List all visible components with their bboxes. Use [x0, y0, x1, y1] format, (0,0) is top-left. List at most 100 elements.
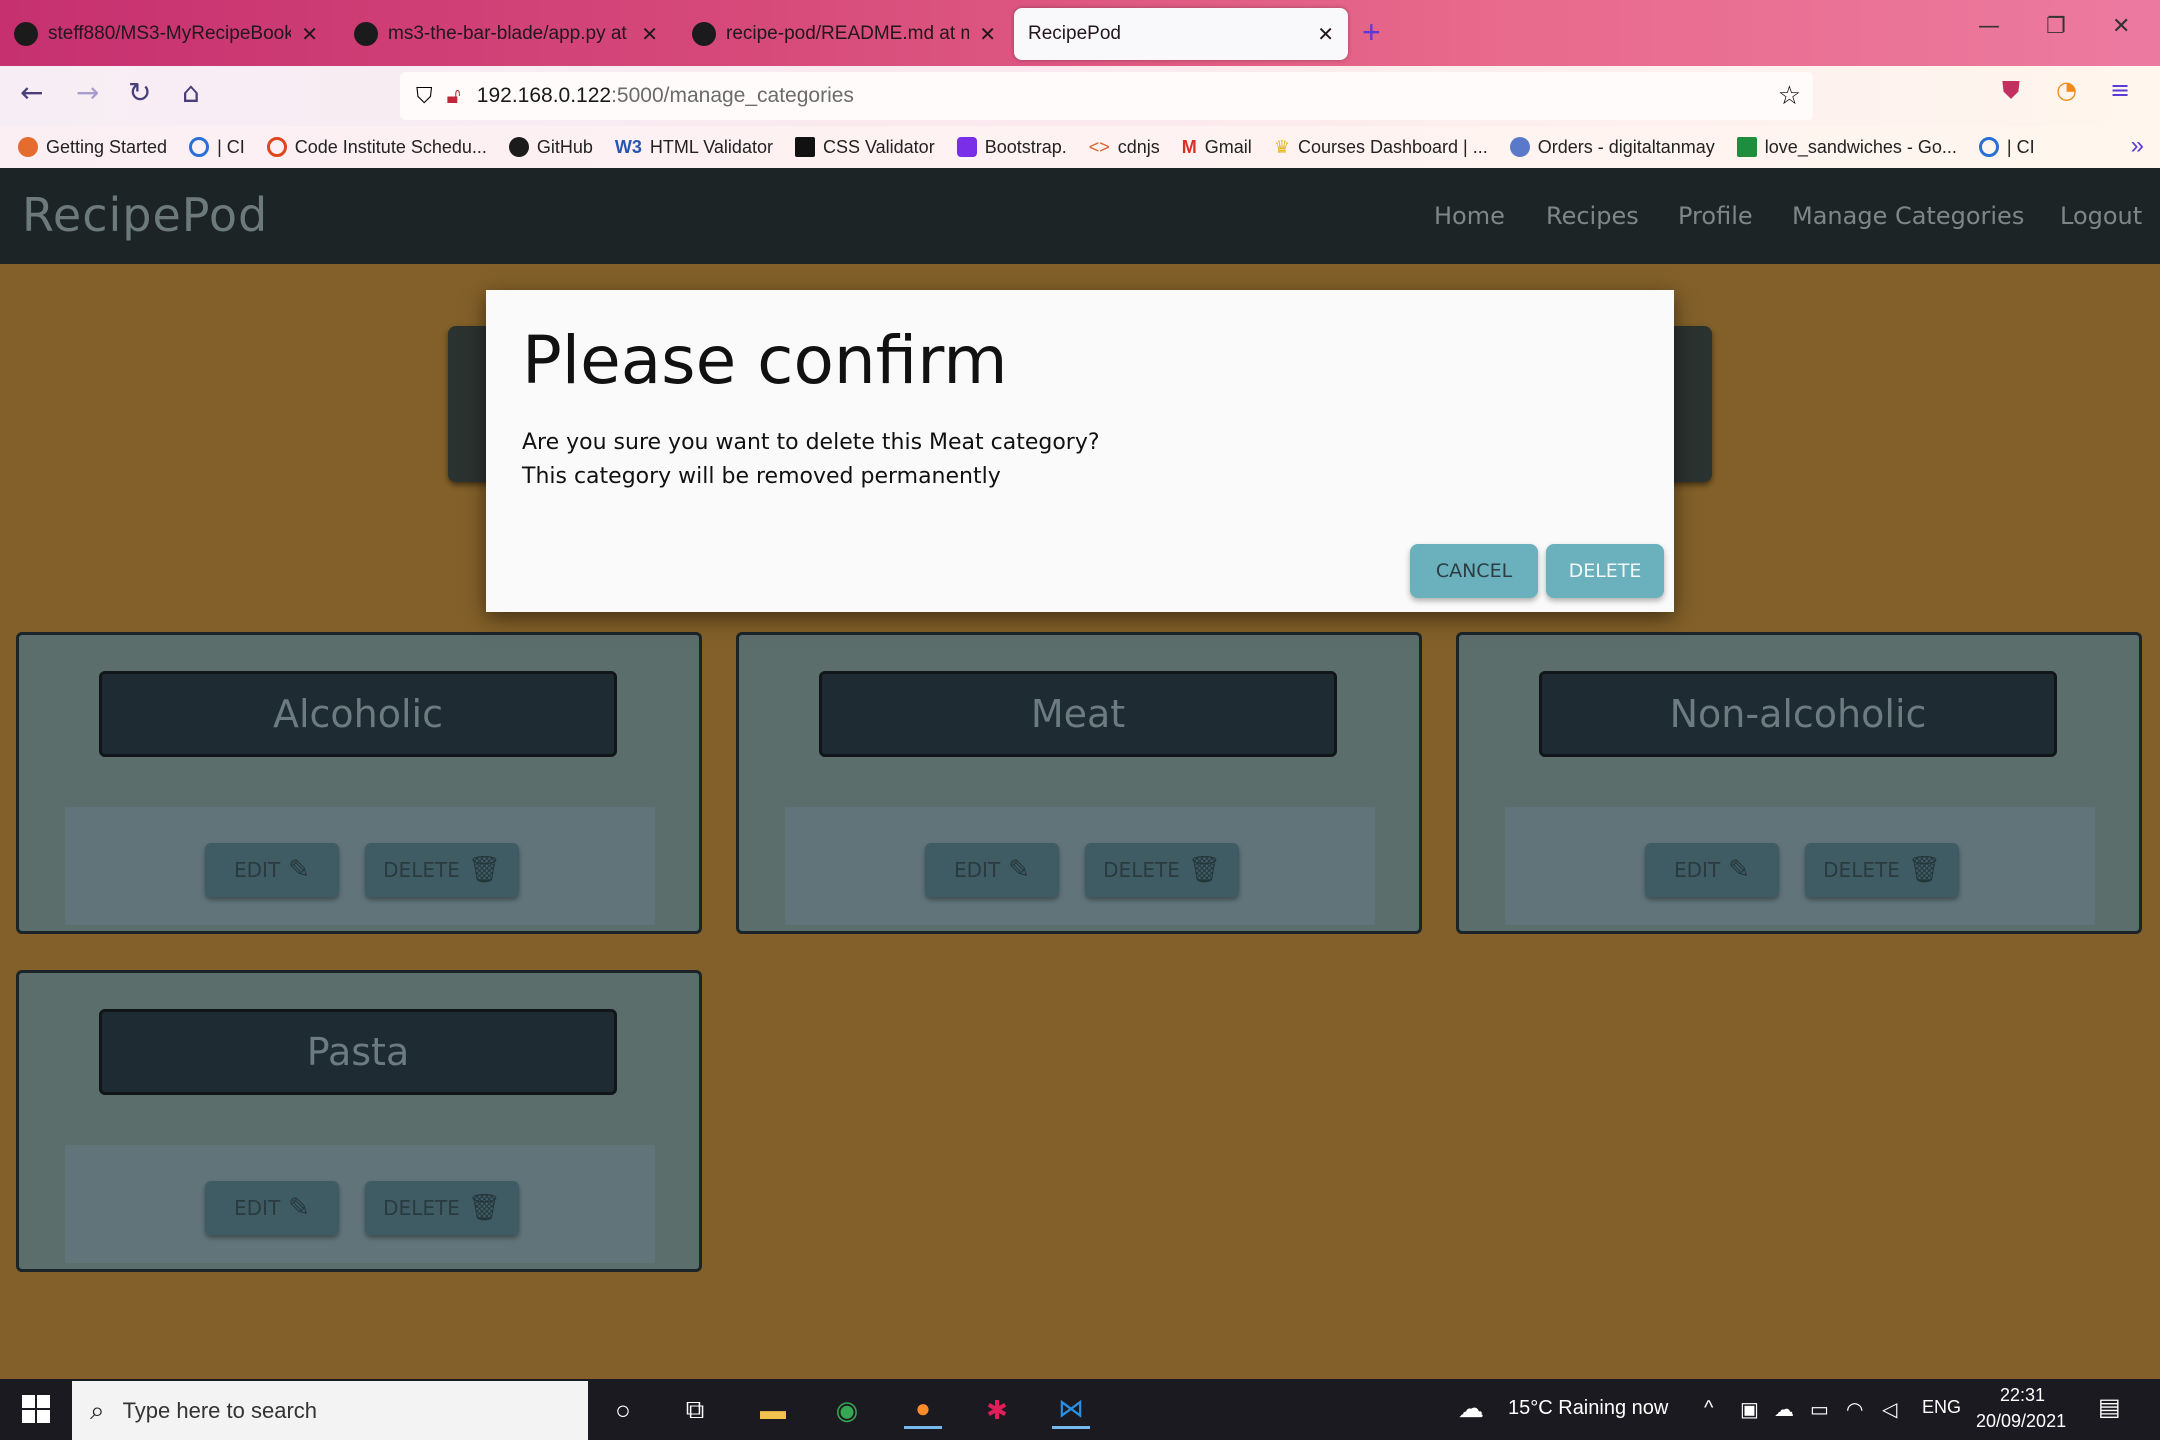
minimize-icon[interactable]: — [1978, 14, 2000, 39]
orders-icon [1509, 137, 1530, 157]
ci-icon [189, 137, 210, 157]
close-icon[interactable]: ✕ [301, 22, 318, 47]
more-bookmarks-icon[interactable]: » [2131, 132, 2144, 160]
tab-strip: steff880/MS3-MyRecipeBook ✕ ms3-the-bar-… [0, 0, 2160, 66]
close-icon[interactable]: ✕ [1317, 22, 1334, 47]
volume-icon[interactable]: ◁ [1882, 1397, 1897, 1422]
browser-tab[interactable]: recipe-pod/README.md at mai ✕ [678, 8, 1010, 60]
bookmark-item[interactable]: CSS Validator [794, 136, 935, 158]
bookmark-label: cdnjs [1117, 136, 1160, 157]
onedrive-icon[interactable]: ☁ [1774, 1397, 1794, 1422]
github-icon [14, 22, 38, 46]
ci-icon [1978, 137, 1999, 157]
language-indicator[interactable]: ENG [1922, 1397, 1961, 1418]
tab-title: recipe-pod/README.md at mai [726, 23, 970, 44]
tray-chevron-icon[interactable]: ^ [1704, 1397, 1713, 1420]
taskbar-search[interactable]: ⌕ Type here to search [72, 1381, 588, 1440]
url-bar[interactable]: ⛉ 🔓︎ 192.168.0.122 :5000/manage_categori… [400, 72, 1813, 120]
extension-icon[interactable]: ◔ [2056, 76, 2077, 104]
bookmark-label: love_sandwiches - Go... [1764, 136, 1957, 157]
bootstrap-icon [956, 137, 977, 157]
w3-icon: W3 [614, 136, 642, 157]
github-icon [354, 22, 378, 46]
tab-title: RecipePod [1028, 23, 1121, 44]
modal-message-secondary: This category will be removed permanentl… [522, 464, 1001, 489]
bookmark-item[interactable]: Bootstrap. [956, 136, 1067, 158]
bookmark-label: Code Institute Schedu... [294, 136, 487, 157]
file-explorer-icon[interactable]: ▬ [754, 1391, 792, 1429]
notifications-icon[interactable]: ▤ [2098, 1393, 2121, 1422]
gmail-icon: M [1181, 136, 1197, 157]
new-tab-icon[interactable]: + [1362, 14, 1381, 51]
tab-title: steff880/MS3-MyRecipeBook [48, 23, 292, 44]
weather-icon: ☁ [1458, 1393, 1484, 1423]
browser-tab-active[interactable]: RecipePod ✕ [1014, 8, 1348, 60]
clock-time[interactable]: 22:31 [2000, 1385, 2045, 1406]
bookmark-label: Getting Started [46, 136, 168, 157]
bookmark-item[interactable]: | CI [1978, 136, 2035, 158]
bookmark-item[interactable]: <> cdnjs [1089, 137, 1160, 158]
confirm-delete-modal: Please confirm Are you sure you want to … [486, 290, 1674, 612]
slack-icon[interactable]: ✱ [978, 1391, 1016, 1429]
search-placeholder: Type here to search [122, 1397, 318, 1423]
windows-taskbar: ⌕ Type here to search ○ ⧉ ▬ ◉ ● ✱ ⋈ ☁ 15… [0, 1379, 2160, 1440]
bookmark-item[interactable]: M Gmail [1182, 137, 1252, 158]
forward-icon[interactable]: → [76, 76, 99, 109]
page-content: RecipePod Home Recipes Profile Manage Ca… [0, 168, 2160, 1379]
browser-navbar: ← → ↻ ⌂ ⛉ 🔓︎ 192.168.0.122 :5000/manage_… [0, 66, 2160, 126]
bookmark-star-icon[interactable]: ☆ [1778, 80, 1801, 111]
tab-title: ms3-the-bar-blade/app.py at m [388, 23, 632, 44]
browser-tab[interactable]: ms3-the-bar-blade/app.py at m ✕ [340, 8, 672, 60]
close-icon[interactable]: ✕ [979, 22, 996, 47]
modal-message: Are you sure you want to delete this Mea… [522, 430, 1100, 455]
bookmark-label: Courses Dashboard | ... [1297, 136, 1488, 157]
bookmark-label: Bootstrap. [984, 136, 1067, 157]
windows-start-icon[interactable] [22, 1395, 50, 1423]
url-host: 192.168.0.122 [476, 84, 612, 107]
ci-schedule-icon [266, 137, 287, 157]
weather-text[interactable]: 15°C Raining now [1508, 1397, 1668, 1420]
bookmark-label: Orders - digitaltanmay [1537, 136, 1715, 157]
clock-date[interactable]: 20/09/2021 [1976, 1411, 2066, 1432]
css-validator-icon [794, 137, 815, 157]
confirm-delete-button[interactable]: DELETE [1546, 544, 1664, 598]
bookmark-item[interactable]: Getting Started [18, 137, 167, 158]
meet-icon[interactable]: ▣ [1740, 1397, 1759, 1422]
bookmark-label: | CI [2006, 136, 2035, 157]
vscode-icon[interactable]: ⋈ [1052, 1391, 1090, 1429]
task-view-icon[interactable]: ⧉ [676, 1391, 714, 1429]
close-icon[interactable]: ✕ [641, 22, 658, 47]
home-icon[interactable]: ⌂ [182, 76, 200, 109]
pocket-icon[interactable]: ⛊ [2002, 76, 2020, 104]
bookmark-item[interactable]: W3 HTML Validator [615, 137, 773, 158]
battery-icon[interactable]: ▭ [1810, 1397, 1829, 1422]
firefox-icon[interactable]: ● [904, 1391, 942, 1429]
bookmark-label: | CI [217, 136, 245, 157]
bookmark-label: GitHub [536, 136, 593, 157]
bookmark-item[interactable]: love_sandwiches - Go... [1736, 136, 1957, 158]
cdnjs-icon: <> [1088, 136, 1110, 157]
bookmark-item[interactable]: ♛ Courses Dashboard | ... [1274, 137, 1488, 158]
chrome-icon[interactable]: ◉ [828, 1391, 866, 1429]
modal-title: Please confirm [522, 322, 1008, 399]
bookmark-label: CSS Validator [822, 136, 935, 157]
bookmark-item[interactable]: GitHub [508, 136, 593, 158]
firefox-icon [18, 137, 38, 157]
close-window-icon[interactable]: ✕ [2112, 14, 2130, 39]
reload-icon[interactable]: ↻ [128, 76, 151, 109]
github-icon [692, 22, 716, 46]
bookmark-item[interactable]: Code Institute Schedu... [266, 136, 487, 158]
bookmark-label: Gmail [1204, 136, 1252, 157]
bookmark-item[interactable]: | CI [189, 137, 245, 158]
crown-icon: ♛ [1273, 136, 1290, 157]
browser-tab[interactable]: steff880/MS3-MyRecipeBook ✕ [0, 8, 332, 60]
bookmark-item[interactable]: Orders - digitaltanmay [1509, 136, 1715, 158]
back-icon[interactable]: ← [20, 76, 43, 109]
cancel-button[interactable]: CANCEL [1410, 544, 1538, 598]
menu-icon[interactable]: ≡ [2110, 76, 2130, 104]
cortana-icon[interactable]: ○ [604, 1391, 642, 1429]
wifi-icon[interactable]: ◠ [1846, 1397, 1863, 1422]
bookmarks-bar: Getting Started | CI Code Institute Sche… [0, 126, 2160, 168]
restore-icon[interactable]: ❐ [2046, 14, 2066, 39]
search-icon: ⌕ [90, 1394, 105, 1425]
